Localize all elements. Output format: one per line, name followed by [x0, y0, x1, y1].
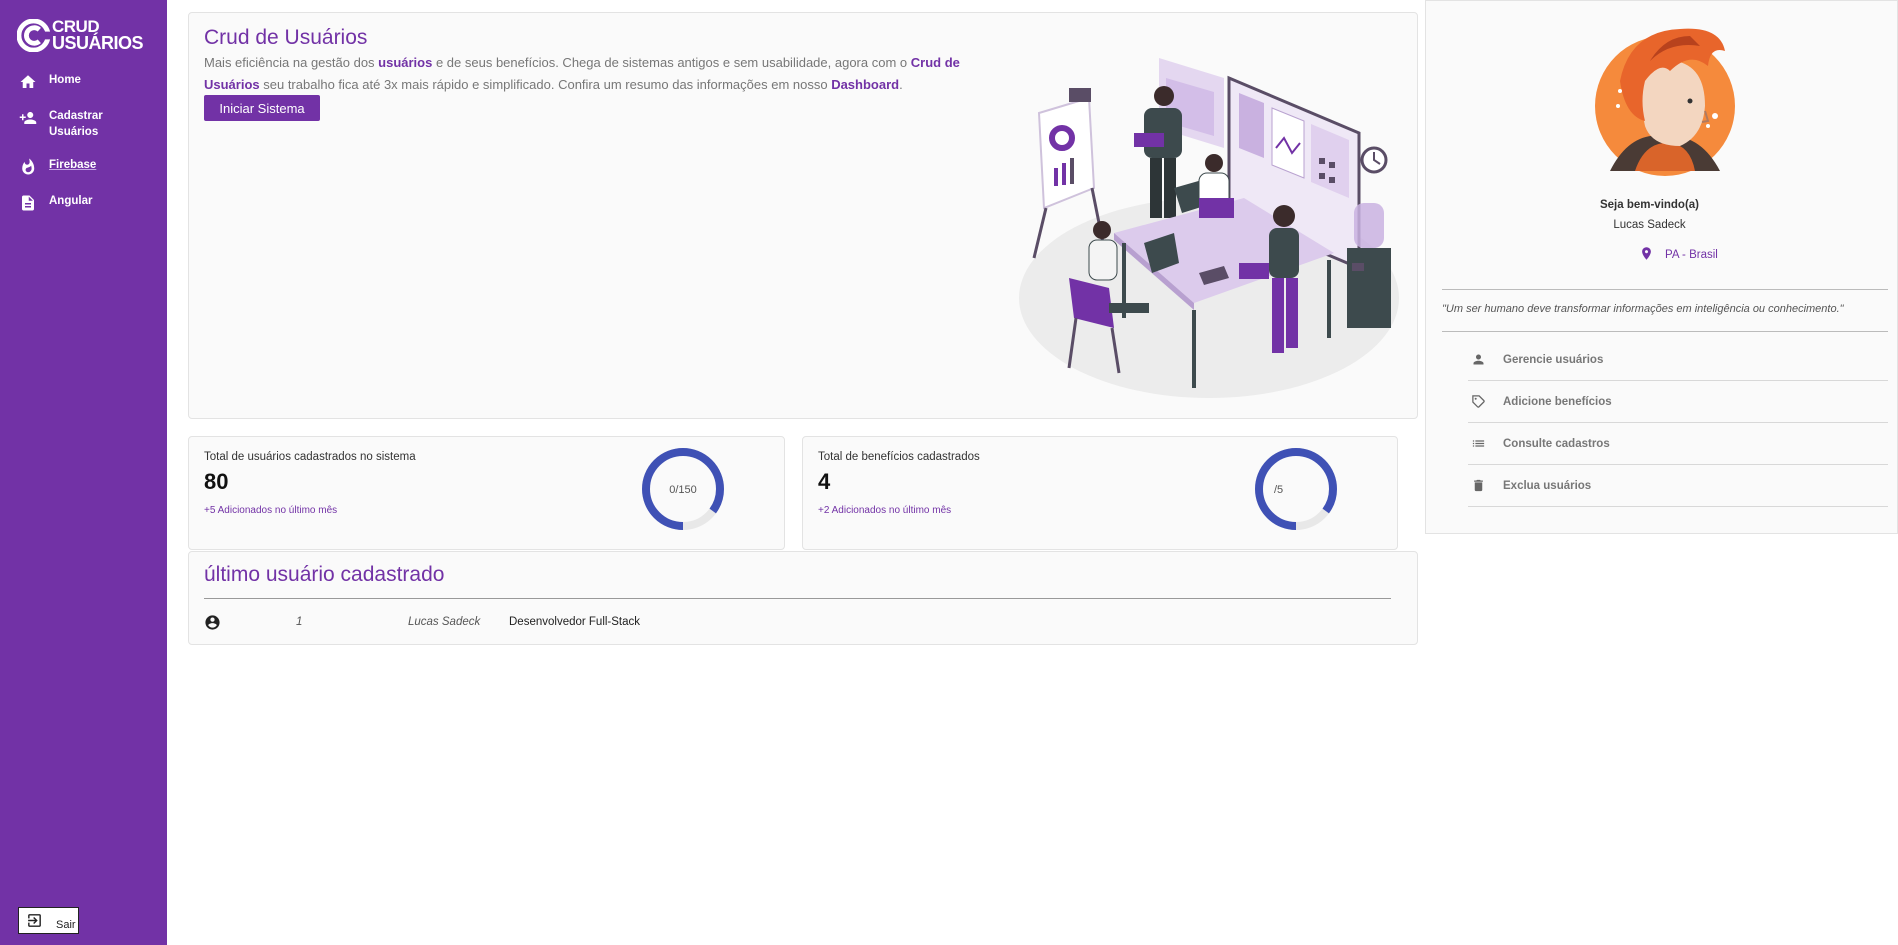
logo-text-line2: USUÁRIOS: [52, 33, 144, 53]
table-row[interactable]: 1 Lucas Sadeck Desenvolvedor Full-Stack: [204, 614, 1391, 634]
fire-icon: [22, 158, 35, 175]
avatar: [1595, 28, 1735, 176]
stat-label: Total de benefícios cadastrados: [818, 451, 980, 463]
hero-text-part: .: [899, 77, 903, 92]
list-icon: [1472, 440, 1485, 447]
sidebar-item-angular[interactable]: Angular: [0, 193, 167, 212]
profile-menu: Gerencie usuários Adicione benefícios Co…: [1468, 345, 1888, 507]
hero-highlight-dashboard: Dashboard: [831, 77, 900, 92]
sidebar-nav: Home Cadastrar Usuários Firebase Angular: [0, 72, 167, 229]
user-id: 1: [296, 616, 303, 628]
stat-card-users: Total de usuários cadastrados no sistema…: [188, 436, 785, 550]
menu-item-add-benefits[interactable]: Adicione benefícios: [1468, 381, 1888, 423]
sidebar-item-cadastrar[interactable]: Cadastrar Usuários: [0, 108, 167, 140]
profile-panel: Seja bem-vindo(a) Lucas Sadeck PA - Bras…: [1425, 0, 1898, 534]
logout-button[interactable]: Sair: [18, 907, 79, 934]
menu-item-label: Exclua usuários: [1503, 479, 1592, 492]
stat-card-benefits: Total de benefícios cadastrados 4 +2 Adi…: [802, 436, 1398, 550]
team-meeting-illustration: [1019, 58, 1399, 398]
sidebar-item-home[interactable]: Home: [0, 72, 167, 91]
document-icon: [22, 195, 34, 211]
stat-subtext: +2 Adicionados no último mês: [818, 505, 952, 516]
sidebar: CRUD USUÁRIOS Home Cadastrar Usuários Fi…: [0, 0, 167, 945]
app: CRUD USUÁRIOS Home Cadastrar Usuários Fi…: [0, 0, 1898, 945]
stat-label: Total de usuários cadastrados no sistema: [204, 451, 416, 463]
person-add-icon: [19, 112, 37, 124]
divider: [1442, 331, 1888, 332]
sidebar-item-label: Cadastrar Usuários: [49, 110, 103, 138]
menu-item-delete-users[interactable]: Exclua usuários: [1468, 465, 1888, 507]
quote: "Um ser humano deve transformar informaç…: [1442, 303, 1844, 315]
user-role: Desenvolvedor Full-Stack: [509, 616, 641, 628]
menu-item-manage-users[interactable]: Gerencie usuários: [1468, 339, 1888, 381]
last-user-title: último usuário cadastrado: [204, 563, 445, 586]
hero-text-part: e de seus benefícios. Chega de sistemas …: [432, 55, 911, 70]
sidebar-item-label: Firebase: [49, 159, 97, 171]
menu-item-label: Gerencie usuários: [1503, 353, 1604, 366]
home-icon: [20, 75, 36, 88]
tag-icon: [1472, 395, 1485, 408]
location-text: PA - Brasil: [1665, 249, 1718, 261]
logo[interactable]: CRUD USUÁRIOS: [17, 18, 144, 53]
person-icon: [1473, 354, 1484, 365]
hero-text-part: Mais eficiência na gestão dos: [204, 55, 379, 70]
location: PA - Brasil: [1639, 246, 1718, 261]
menu-item-label: Adicione benefícios: [1503, 395, 1612, 408]
hero-highlight-usuarios: usuários: [378, 55, 433, 70]
menu-item-view-records[interactable]: Consulte cadastros: [1468, 423, 1888, 465]
sidebar-item-label: Angular: [49, 195, 93, 207]
hero-title: Crud de Usuários: [204, 26, 368, 49]
sidebar-item-label: Home: [49, 74, 81, 86]
donut-center-text: 0/150: [669, 484, 697, 496]
last-user-panel: último usuário cadastrado 1 Lucas Sadeck…: [188, 551, 1418, 645]
divider: [1442, 289, 1888, 290]
start-system-button[interactable]: Iniciar Sistema: [204, 95, 320, 121]
divider: [204, 598, 1391, 599]
user-name: Lucas Sadeck: [408, 616, 481, 628]
benefits-donut-chart: /5: [1255, 448, 1337, 530]
hero-description: Mais eficiência na gestão dos usuários e…: [204, 52, 1014, 96]
location-pin-icon: [1642, 247, 1651, 260]
logo-icon: [17, 18, 50, 52]
welcome-text: Seja bem-vindo(a): [1599, 199, 1700, 211]
hero-text-part: seu trabalho fica até 3x mais rápido e s…: [259, 77, 832, 92]
trash-icon: [1474, 479, 1483, 492]
stat-value: 80: [204, 469, 229, 494]
users-donut-chart: 0/150: [642, 448, 724, 530]
donut-center-text: /5: [1274, 484, 1283, 496]
menu-item-label: Consulte cadastros: [1503, 437, 1610, 450]
hero-panel: Crud de Usuários Mais eficiência na gest…: [188, 12, 1418, 419]
logout-label: Sair: [56, 918, 76, 931]
logout-icon: [28, 914, 41, 927]
account-circle-icon: [205, 615, 220, 630]
stat-subtext: +5 Adicionados no último mês: [204, 505, 338, 516]
sidebar-item-firebase[interactable]: Firebase: [0, 157, 167, 176]
stat-value: 4: [818, 469, 831, 494]
profile-name: Lucas Sadeck: [1613, 219, 1686, 231]
